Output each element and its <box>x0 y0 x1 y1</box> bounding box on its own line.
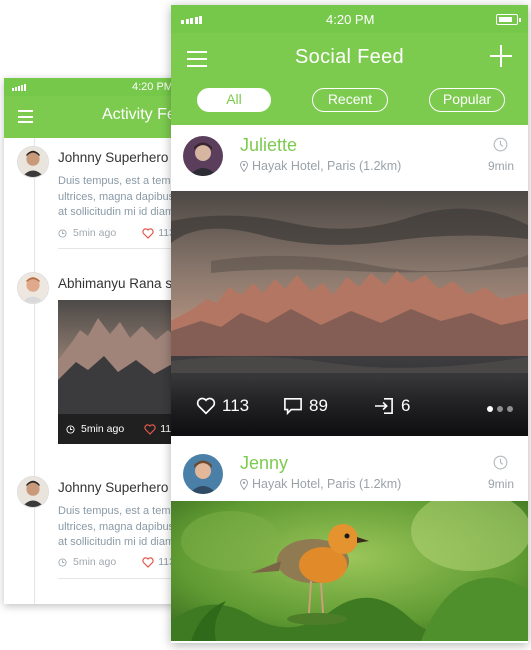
feed-item-header[interactable]: Juliette Hayak Hotel, Paris (1.2km) 9min <box>171 125 528 191</box>
heart-icon <box>142 227 154 239</box>
comment-icon <box>284 397 302 415</box>
clock-icon <box>493 455 508 470</box>
post-time: 9min <box>487 477 514 491</box>
user-name[interactable]: Jenny <box>240 453 288 474</box>
carousel-dots[interactable] <box>487 406 513 412</box>
post-time: 5min ago <box>73 227 117 239</box>
status-time: 4:20 PM <box>132 81 173 93</box>
tab-recent[interactable]: Recent <box>312 88 388 112</box>
author-name[interactable]: Johnny Superhero <box>58 150 168 165</box>
avatar[interactable] <box>17 272 49 304</box>
share-count: 6 <box>401 396 411 415</box>
location-pin-icon <box>240 160 248 172</box>
timeline-line <box>34 138 35 604</box>
location-pin-icon <box>240 478 248 490</box>
comment-count: 89 <box>309 396 328 415</box>
post-time: 5min ago <box>73 556 117 568</box>
menu-icon[interactable] <box>18 110 33 123</box>
location: Hayak Hotel, Paris (1.2km) <box>240 159 401 173</box>
signal-icon <box>181 16 202 24</box>
signal-icon <box>12 84 26 91</box>
social-header: Social Feed All Recent Popular <box>171 33 528 125</box>
share-icon <box>375 397 393 415</box>
battery-icon <box>496 14 521 25</box>
clock-icon <box>493 137 508 152</box>
avatar[interactable] <box>17 146 49 178</box>
heart-icon <box>142 556 154 568</box>
like-count: 113 <box>222 396 250 415</box>
comment-button[interactable]: 89 <box>283 396 328 416</box>
heart-icon <box>144 423 156 435</box>
user-name[interactable]: Juliette <box>240 135 297 156</box>
clock-icon <box>58 228 67 238</box>
share-button[interactable]: 6 <box>373 396 410 416</box>
location-text: Hayak Hotel, Paris (1.2km) <box>252 159 402 173</box>
location: Hayak Hotel, Paris (1.2km) <box>240 477 401 491</box>
post-time: 5min ago <box>81 423 125 435</box>
app-showcase: 4:20 PM Activity Feed Johnny Superhero D… <box>0 0 531 650</box>
avatar[interactable] <box>17 476 49 508</box>
tab-popular[interactable]: Popular <box>429 88 505 112</box>
page-title: Social Feed <box>295 46 404 68</box>
post-meta: 5min ago 113 <box>58 556 175 568</box>
clock-icon <box>66 424 75 434</box>
location-text: Hayak Hotel, Paris (1.2km) <box>252 477 402 491</box>
author-name[interactable]: Johnny Superhero <box>58 480 168 495</box>
feed-photo[interactable] <box>171 501 528 641</box>
feed-photo[interactable]: 113 89 6 <box>171 191 528 436</box>
add-post-button[interactable] <box>490 45 512 67</box>
post-time: 9min <box>487 159 514 173</box>
social-feed-screen: 4:20 PM Social Feed All Recent Popular J… <box>171 5 528 643</box>
filter-tabs: All Recent Popular <box>171 88 528 114</box>
tab-all[interactable]: All <box>197 88 271 112</box>
heart-icon <box>196 397 216 415</box>
status-bar: 4:20 PM <box>171 5 528 33</box>
avatar[interactable] <box>183 454 223 494</box>
feed-item-header[interactable]: Jenny Hayak Hotel, Paris (1.2km) 9min <box>171 436 528 501</box>
like-button[interactable]: 113 <box>196 396 249 416</box>
post-meta: 5min ago 113 <box>58 227 175 239</box>
status-time: 4:20 PM <box>326 12 375 27</box>
avatar[interactable] <box>183 136 223 176</box>
clock-icon <box>58 557 67 567</box>
